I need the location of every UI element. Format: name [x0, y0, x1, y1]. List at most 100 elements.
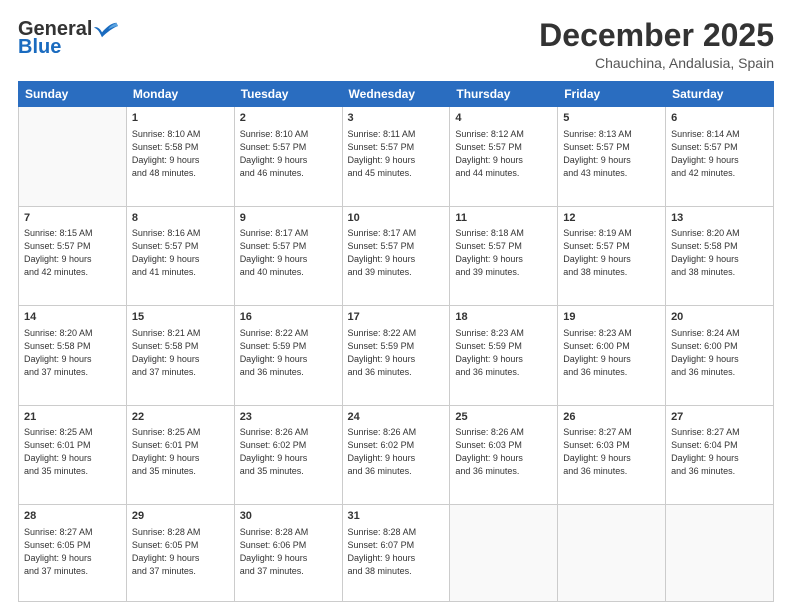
day-info: Sunrise: 8:23 AMSunset: 6:00 PMDaylight:… [563, 327, 660, 379]
day-number: 16 [240, 310, 337, 325]
calendar-day-cell: 1Sunrise: 8:10 AMSunset: 5:58 PMDaylight… [126, 107, 234, 207]
day-info: Sunrise: 8:28 AMSunset: 6:07 PMDaylight:… [348, 526, 445, 578]
calendar-day-cell: 23Sunrise: 8:26 AMSunset: 6:02 PMDayligh… [234, 405, 342, 505]
calendar-day-cell: 30 Sunrise: 8:28 AMSunset: 6:06 PMDayligh… [234, 505, 342, 602]
calendar-day-cell: 24Sunrise: 8:26 AMSunset: 6:02 PMDayligh… [342, 405, 450, 505]
day-number: 2 [240, 111, 337, 126]
day-number: 12 [563, 211, 660, 226]
day-info: Sunrise: 8:10 AMSunset: 5:58 PMDaylight:… [132, 128, 229, 180]
calendar-day-cell: 4Sunrise: 8:12 AMSunset: 5:57 PMDaylight… [450, 107, 558, 207]
calendar-day-cell: 26Sunrise: 8:27 AMSunset: 6:03 PMDayligh… [558, 405, 666, 505]
day-number: 15 [132, 310, 229, 325]
day-info: Sunrise: 8:15 AMSunset: 5:57 PMDaylight:… [24, 227, 121, 279]
day-number: 20 [671, 310, 768, 325]
day-number: 19 [563, 310, 660, 325]
day-info: Sunrise: 8:10 AMSunset: 5:57 PMDaylight:… [240, 128, 337, 180]
calendar-day-cell: 29Sunrise: 8:28 AMSunset: 6:05 PMDayligh… [126, 505, 234, 602]
day-number: 30 [240, 509, 337, 524]
day-info: Sunrise: 8:26 AMSunset: 6:02 PMDaylight:… [348, 426, 445, 478]
day-info: Sunrise: 8:18 AMSunset: 5:57 PMDaylight:… [455, 227, 552, 279]
col-wednesday: Wednesday [342, 82, 450, 107]
day-number: 14 [24, 310, 121, 325]
calendar-day-cell [666, 505, 774, 602]
day-info: Sunrise: 8:23 AMSunset: 5:59 PMDaylight:… [455, 327, 552, 379]
day-number: 4 [455, 111, 552, 126]
calendar-week-row: 7Sunrise: 8:15 AMSunset: 5:57 PMDaylight… [19, 206, 774, 306]
day-info: Sunrise: 8:27 AMSunset: 6:05 PMDaylight:… [24, 526, 121, 578]
day-info: Sunrise: 8:26 AMSunset: 6:03 PMDaylight:… [455, 426, 552, 478]
day-info: Sunrise: 8:22 AMSunset: 5:59 PMDaylight:… [348, 327, 445, 379]
col-saturday: Saturday [666, 82, 774, 107]
calendar-day-cell: 5Sunrise: 8:13 AMSunset: 5:57 PMDaylight… [558, 107, 666, 207]
day-number: 29 [132, 509, 229, 524]
day-info: Sunrise: 8:20 AMSunset: 5:58 PMDaylight:… [671, 227, 768, 279]
day-info: Sunrise: 8:19 AMSunset: 5:57 PMDaylight:… [563, 227, 660, 279]
calendar-week-row: 21Sunrise: 8:25 AMSunset: 6:01 PMDayligh… [19, 405, 774, 505]
logo: General Blue [18, 18, 118, 57]
logo-blue-text: Blue [18, 37, 61, 57]
day-info: Sunrise: 8:17 AMSunset: 5:57 PMDaylight:… [348, 227, 445, 279]
day-info: Sunrise: 8:16 AMSunset: 5:57 PMDaylight:… [132, 227, 229, 279]
day-number: 22 [132, 410, 229, 425]
day-number: 26 [563, 410, 660, 425]
calendar-day-cell: 22Sunrise: 8:25 AMSunset: 6:01 PMDayligh… [126, 405, 234, 505]
calendar-day-cell [558, 505, 666, 602]
calendar-day-cell: 11Sunrise: 8:18 AMSunset: 5:57 PMDayligh… [450, 206, 558, 306]
day-info: Sunrise: 8:27 AMSunset: 6:03 PMDaylight:… [563, 426, 660, 478]
header: General Blue December 2025 Chauchina, An… [18, 18, 774, 71]
calendar-day-cell: 9Sunrise: 8:17 AMSunset: 5:57 PMDaylight… [234, 206, 342, 306]
col-friday: Friday [558, 82, 666, 107]
location-subtitle: Chauchina, Andalusia, Spain [539, 55, 774, 71]
calendar-day-cell: 27Sunrise: 8:27 AMSunset: 6:04 PMDayligh… [666, 405, 774, 505]
day-info: Sunrise: 8:21 AMSunset: 5:58 PMDaylight:… [132, 327, 229, 379]
calendar-day-cell [19, 107, 127, 207]
calendar-day-cell: 28 Sunrise: 8:27 AMSunset: 6:05 PMDayligh… [19, 505, 127, 602]
month-title: December 2025 [539, 18, 774, 53]
day-number: 7 [24, 211, 121, 226]
day-number: 21 [24, 410, 121, 425]
calendar-day-cell: 25Sunrise: 8:26 AMSunset: 6:03 PMDayligh… [450, 405, 558, 505]
day-number: 5 [563, 111, 660, 126]
col-thursday: Thursday [450, 82, 558, 107]
col-sunday: Sunday [19, 82, 127, 107]
calendar-day-cell: 14 Sunrise: 8:20 AMSunset: 5:58 PMDayligh… [19, 306, 127, 406]
day-number: 6 [671, 111, 768, 126]
calendar-day-cell: 2 Sunrise: 8:10 AMSunset: 5:57 PMDaylight… [234, 107, 342, 207]
day-info: Sunrise: 8:25 AMSunset: 6:01 PMDaylight:… [132, 426, 229, 478]
calendar-day-cell: 21Sunrise: 8:25 AMSunset: 6:01 PMDayligh… [19, 405, 127, 505]
day-info: Sunrise: 8:26 AMSunset: 6:02 PMDaylight:… [240, 426, 337, 478]
calendar-day-cell [450, 505, 558, 602]
calendar-day-cell: 19 Sunrise: 8:23 AMSunset: 6:00 PMDayligh… [558, 306, 666, 406]
calendar-day-cell: 18 Sunrise: 8:23 AMSunset: 5:59 PMDayligh… [450, 306, 558, 406]
day-info: Sunrise: 8:20 AMSunset: 5:58 PMDaylight:… [24, 327, 121, 379]
calendar-day-cell: 17Sunrise: 8:22 AMSunset: 5:59 PMDayligh… [342, 306, 450, 406]
day-number: 8 [132, 211, 229, 226]
day-info: Sunrise: 8:14 AMSunset: 5:57 PMDaylight:… [671, 128, 768, 180]
day-info: Sunrise: 8:27 AMSunset: 6:04 PMDaylight:… [671, 426, 768, 478]
day-number: 13 [671, 211, 768, 226]
page: General Blue December 2025 Chauchina, An… [0, 0, 792, 612]
day-number: 23 [240, 410, 337, 425]
day-number: 25 [455, 410, 552, 425]
calendar-day-cell: 8Sunrise: 8:16 AMSunset: 5:57 PMDaylight… [126, 206, 234, 306]
logo-bird-icon [94, 20, 118, 40]
calendar-day-cell: 15 Sunrise: 8:21 AMSunset: 5:58 PMDayligh… [126, 306, 234, 406]
day-number: 3 [348, 111, 445, 126]
day-info: Sunrise: 8:25 AMSunset: 6:01 PMDaylight:… [24, 426, 121, 478]
day-info: Sunrise: 8:28 AMSunset: 6:06 PMDaylight:… [240, 526, 337, 578]
calendar-day-cell: 10Sunrise: 8:17 AMSunset: 5:57 PMDayligh… [342, 206, 450, 306]
day-info: Sunrise: 8:22 AMSunset: 5:59 PMDaylight:… [240, 327, 337, 379]
day-number: 18 [455, 310, 552, 325]
calendar-week-row: 14 Sunrise: 8:20 AMSunset: 5:58 PMDayligh… [19, 306, 774, 406]
day-number: 28 [24, 509, 121, 524]
day-info: Sunrise: 8:11 AMSunset: 5:57 PMDaylight:… [348, 128, 445, 180]
col-tuesday: Tuesday [234, 82, 342, 107]
calendar-header-row: Sunday Monday Tuesday Wednesday Thursday… [19, 82, 774, 107]
day-number: 9 [240, 211, 337, 226]
calendar-day-cell: 12Sunrise: 8:19 AMSunset: 5:57 PMDayligh… [558, 206, 666, 306]
calendar-day-cell: 31Sunrise: 8:28 AMSunset: 6:07 PMDayligh… [342, 505, 450, 602]
day-number: 11 [455, 211, 552, 226]
day-number: 27 [671, 410, 768, 425]
calendar-table: Sunday Monday Tuesday Wednesday Thursday… [18, 81, 774, 602]
calendar-week-row: 1Sunrise: 8:10 AMSunset: 5:58 PMDaylight… [19, 107, 774, 207]
